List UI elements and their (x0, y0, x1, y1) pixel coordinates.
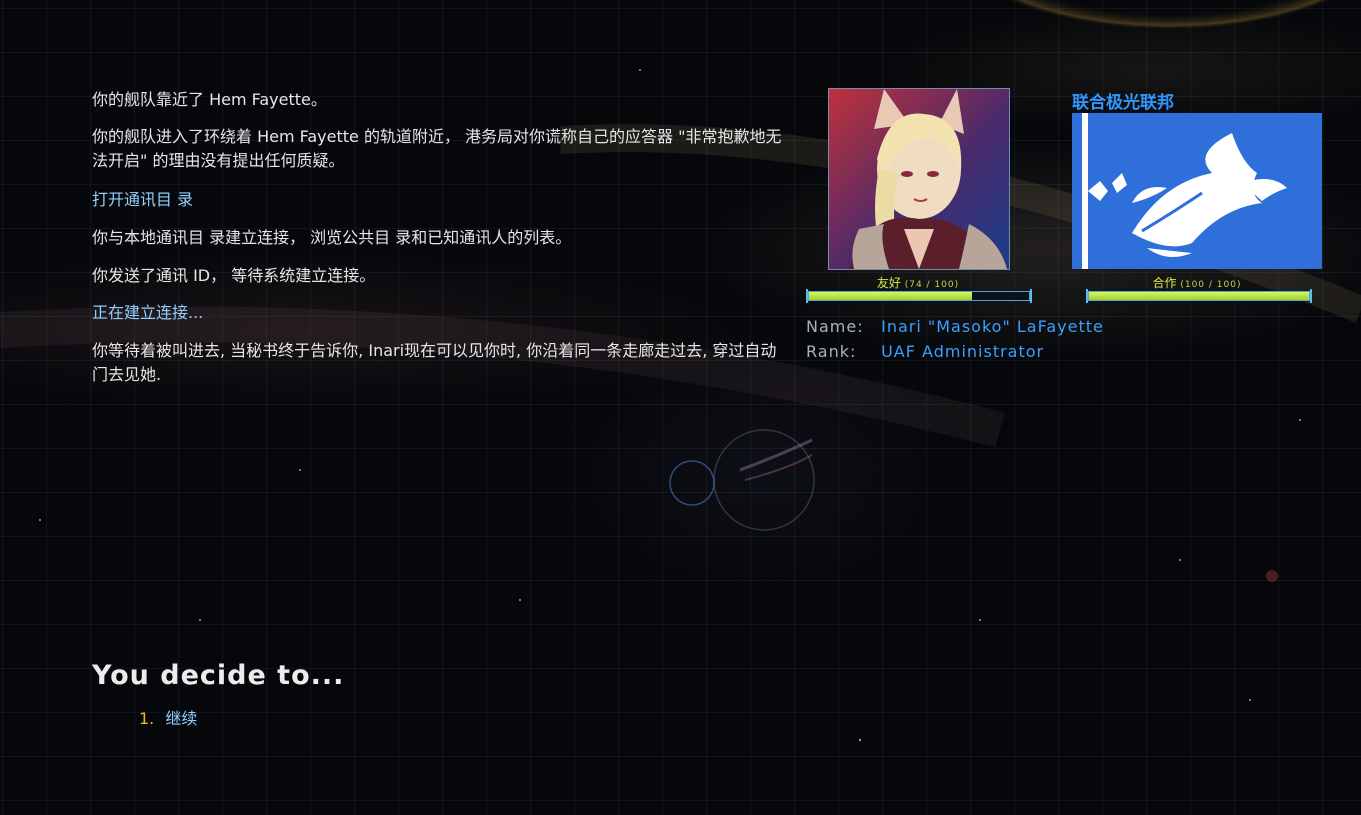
story-action-link: 打开通讯目 录 (92, 190, 194, 209)
faction-relation-bar (1086, 289, 1312, 303)
bar-cap-left (806, 289, 808, 303)
name-value: Inari "Masoko" LaFayette (881, 317, 1104, 336)
relation-status: 合作 (1152, 276, 1177, 290)
personal-relation-label: 友好 (74 / 100) (828, 274, 1008, 291)
rank-value: UAF Administrator (881, 342, 1045, 361)
story-paragraph: 你的舰队靠近了 Hem Fayette。 (92, 90, 327, 109)
story-paragraph: 你发送了通讯 ID， 等待系统建立连接。 (92, 266, 376, 285)
character-name-row: Name: Inari "Masoko" LaFayette (806, 317, 1104, 336)
character-portrait-image (829, 89, 1009, 269)
bar-cap-right (1310, 289, 1312, 303)
faction-emblem-icon (1072, 113, 1322, 269)
game-screen: 你的舰队靠近了 Hem Fayette。 你的舰队进入了环绕着 Hem Faye… (0, 0, 1361, 815)
bar-cap-left (1086, 289, 1088, 303)
story-action-link: 正在建立连接... (92, 303, 204, 322)
name-label: Name: (806, 317, 864, 336)
faction-flag (1072, 113, 1322, 269)
story-paragraph: 你与本地通讯目 录建立连接， 浏览公共目 录和已知通讯人的列表。 (92, 228, 572, 247)
rank-label: Rank: (806, 342, 857, 361)
relation-value: (100 / 100) (1180, 280, 1242, 290)
choice-label[interactable]: 继续 (165, 709, 197, 728)
choice-number: 1. (139, 709, 155, 728)
bar-cap-right (1030, 289, 1032, 303)
relation-value: (74 / 100) (904, 280, 960, 290)
system-marker-ring[interactable] (669, 460, 715, 506)
planet-orbit-ring[interactable] (713, 429, 815, 531)
personal-relation-bar (806, 289, 1032, 303)
relation-bar-fill (809, 292, 972, 300)
planet-edge (1006, 0, 1334, 30)
character-rank-row: Rank: UAF Administrator (806, 342, 1044, 361)
faction-name: 联合极光联邦 (1072, 93, 1174, 113)
story-paragraph: 你的舰队进入了环绕着 Hem Fayette 的轨道附近， 港务局对你谎称自己的… (92, 127, 782, 170)
choices-heading: You decide to... (92, 660, 345, 691)
faction-relation-label: 合作 (100 / 100) (1072, 274, 1322, 291)
relation-status: 友好 (876, 276, 901, 290)
character-portrait (828, 88, 1010, 270)
story-paragraph: 你等待着被叫进去, 当秘书终于告诉你, Inari现在可以见你时, 你沿着同一条… (92, 341, 777, 384)
relation-bar-fill (1089, 292, 1309, 300)
choice-option-continue[interactable]: 1. 继续 (139, 705, 197, 729)
